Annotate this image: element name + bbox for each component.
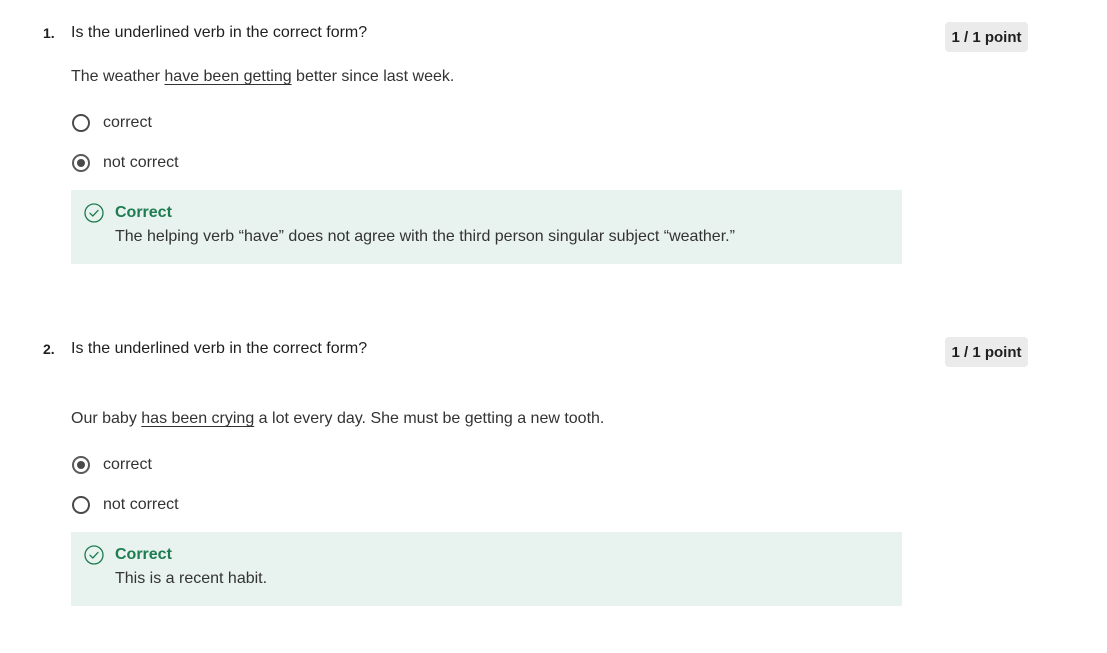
option-correct[interactable]: correct [70,453,152,477]
points-badge: 1 / 1 point [945,22,1028,52]
sentence-after: better since last week. [291,68,455,85]
question-number: 1. [43,25,55,41]
sentence-before: The weather [71,68,165,85]
option-not-correct[interactable]: not correct [70,493,179,517]
feedback-box: Correct This is a recent habit. [71,532,902,606]
radio-button[interactable] [72,496,90,514]
feedback-title: Correct [115,546,172,563]
question-prompt: Is the underlined verb in the correct fo… [71,340,368,357]
radio-icon[interactable] [70,494,92,516]
check-circle-icon [84,545,104,565]
question-sentence: The weather have been getting better sin… [71,68,454,86]
feedback-title: Correct [115,204,172,221]
radio-selected-icon[interactable] [70,454,92,476]
radio-button[interactable] [72,154,90,172]
question-prompt: Is the underlined verb in the correct fo… [71,24,368,41]
feedback-text: The helping verb “have” does not agree w… [115,228,735,245]
radio-button[interactable] [72,456,90,474]
option-label: correct [103,114,152,131]
option-not-correct[interactable]: not correct [70,151,179,175]
option-label: not correct [103,154,179,171]
radio-selected-icon[interactable] [70,152,92,174]
sentence-before: Our baby [71,410,142,427]
radio-icon[interactable] [70,112,92,134]
option-label: correct [103,456,152,473]
option-correct[interactable]: correct [70,111,152,135]
question-sentence: Our baby has been crying a lot every day… [71,410,604,428]
feedback-text: This is a recent habit. [115,570,268,587]
option-label: not correct [103,496,179,513]
radio-button[interactable] [72,114,90,132]
feedback-box: Correct The helping verb “have” does not… [71,190,902,264]
underlined-verb: have been getting [164,68,292,85]
question-number: 2. [43,341,55,357]
quiz-page: 1. Is the underlined verb in the correct… [0,0,1107,653]
points-badge: 1 / 1 point [945,337,1028,367]
underlined-verb: has been crying [141,410,255,427]
check-circle-icon [84,203,104,223]
sentence-after: a lot every day. She must be getting a n… [254,410,605,427]
